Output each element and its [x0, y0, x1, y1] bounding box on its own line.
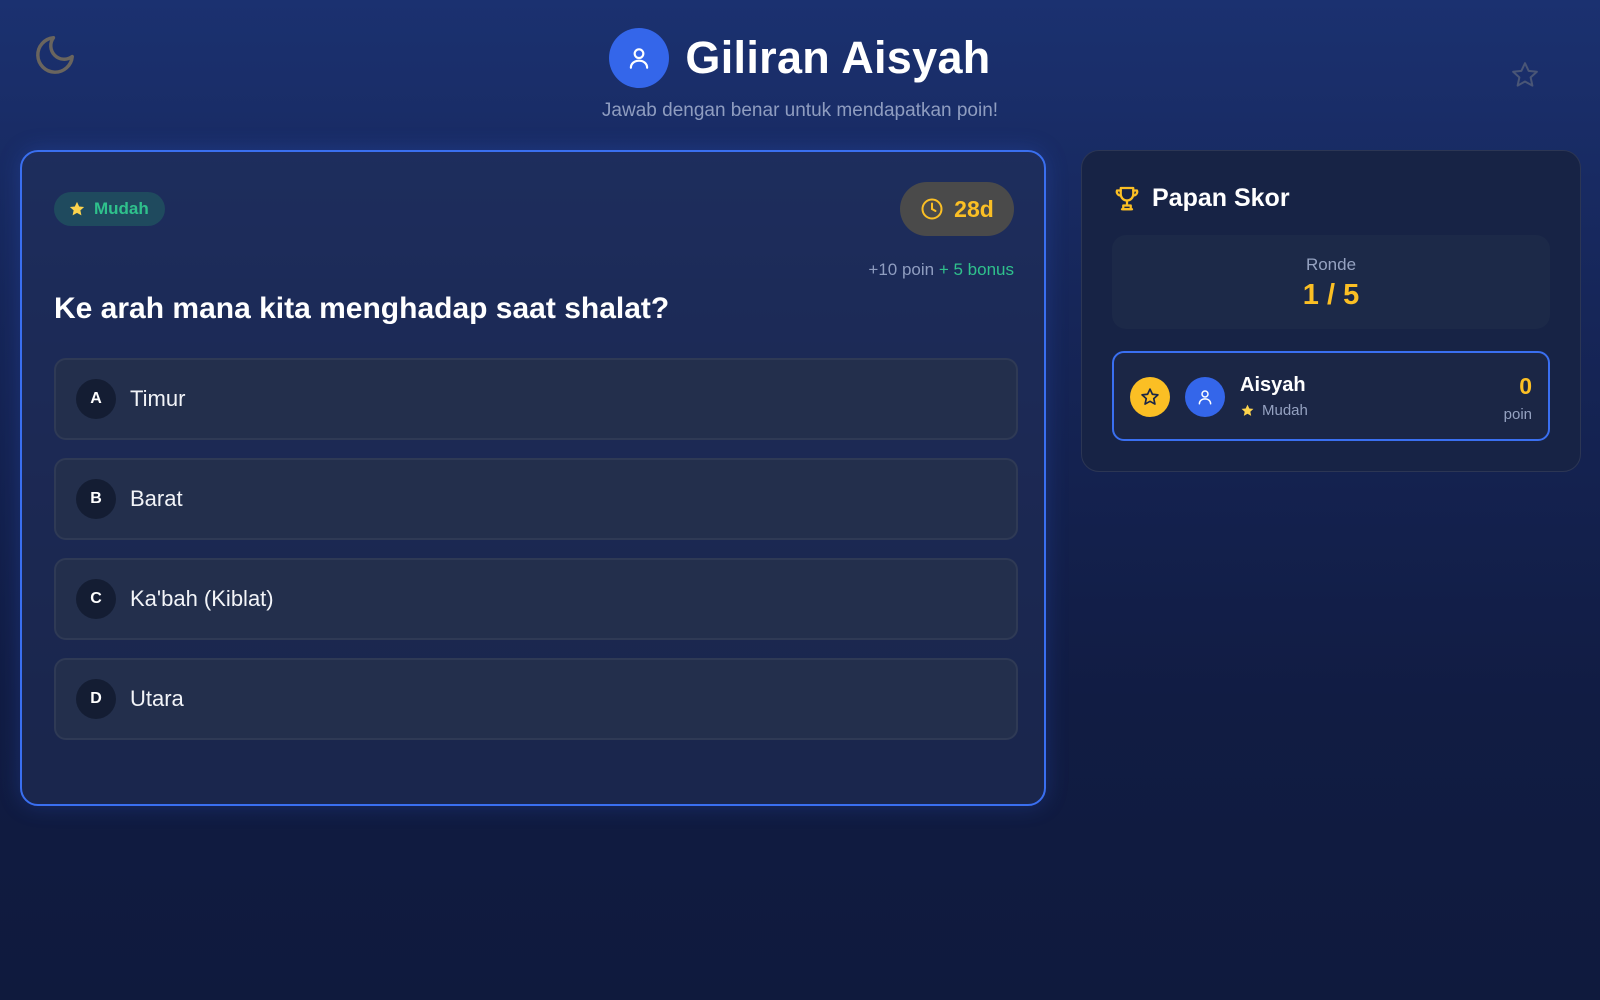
option-letter: C	[76, 579, 116, 619]
round-value: 1 / 5	[1302, 279, 1360, 311]
option-letter: D	[76, 679, 116, 719]
option-text: Barat	[130, 486, 183, 511]
title-row: Giliran Aisyah	[0, 28, 1600, 88]
points-info: +10 poin + 5 bonus	[868, 260, 1014, 280]
current-turn-badge	[1130, 377, 1170, 417]
round-box: Ronde 1 / 5	[1112, 235, 1550, 329]
player-score-unit: poin	[1503, 406, 1532, 423]
scoreboard-panel: Papan Skor Ronde 1 / 5 Aisyah Mudah 0 po…	[1081, 150, 1581, 472]
round-label: Ronde	[1305, 255, 1357, 274]
star-icon	[1241, 404, 1254, 416]
option-text: Ka'bah (Kiblat)	[130, 586, 274, 611]
timer-badge: 28d	[900, 182, 1014, 236]
page-header: Giliran Aisyah Jawab dengan benar untuk …	[0, 28, 1600, 122]
option-letter: B	[76, 479, 116, 519]
star-icon	[69, 201, 85, 216]
option-d-button[interactable]: D Utara	[54, 658, 1018, 740]
answer-options: A Timur B Barat C Ka'bah (Kiblat) D Utar…	[54, 358, 1018, 758]
player-difficulty: Mudah	[1240, 402, 1308, 419]
player-name: Aisyah	[1240, 374, 1306, 396]
option-text: Timur	[130, 386, 186, 411]
question-text: Ke arah mana kita menghadap saat shalat?	[54, 292, 670, 325]
scoreboard-title: Papan Skor	[1152, 183, 1290, 212]
player-difficulty-label: Mudah	[1262, 402, 1308, 419]
star-outline-icon	[1141, 388, 1159, 405]
difficulty-badge: Mudah	[54, 192, 165, 226]
user-icon	[630, 48, 649, 69]
player-row: Aisyah Mudah 0 poin	[1112, 351, 1550, 441]
player-score: 0	[1519, 373, 1532, 399]
timer-value: 28d	[954, 195, 994, 222]
points-value: +10 poin	[868, 260, 935, 279]
difficulty-label: Mudah	[94, 199, 149, 218]
player-avatar	[609, 28, 670, 88]
page-title: Giliran Aisyah	[685, 32, 991, 83]
user-icon	[1198, 390, 1212, 405]
player-avatar	[1185, 377, 1225, 417]
trophy-icon	[1115, 186, 1139, 211]
scoreboard-header: Papan Skor	[1112, 183, 1290, 213]
option-a-button[interactable]: A Timur	[54, 358, 1018, 440]
page-subtitle: Jawab dengan benar untuk mendapatkan poi…	[601, 100, 999, 121]
clock-icon	[921, 198, 943, 220]
bonus-value: + 5 bonus	[938, 260, 1014, 279]
option-c-button[interactable]: C Ka'bah (Kiblat)	[54, 558, 1018, 640]
option-text: Utara	[130, 686, 184, 711]
option-b-button[interactable]: B Barat	[54, 458, 1018, 540]
question-card: Mudah 28d +10 poin + 5 bonus Ke arah man…	[20, 150, 1046, 806]
option-letter: A	[76, 379, 116, 419]
